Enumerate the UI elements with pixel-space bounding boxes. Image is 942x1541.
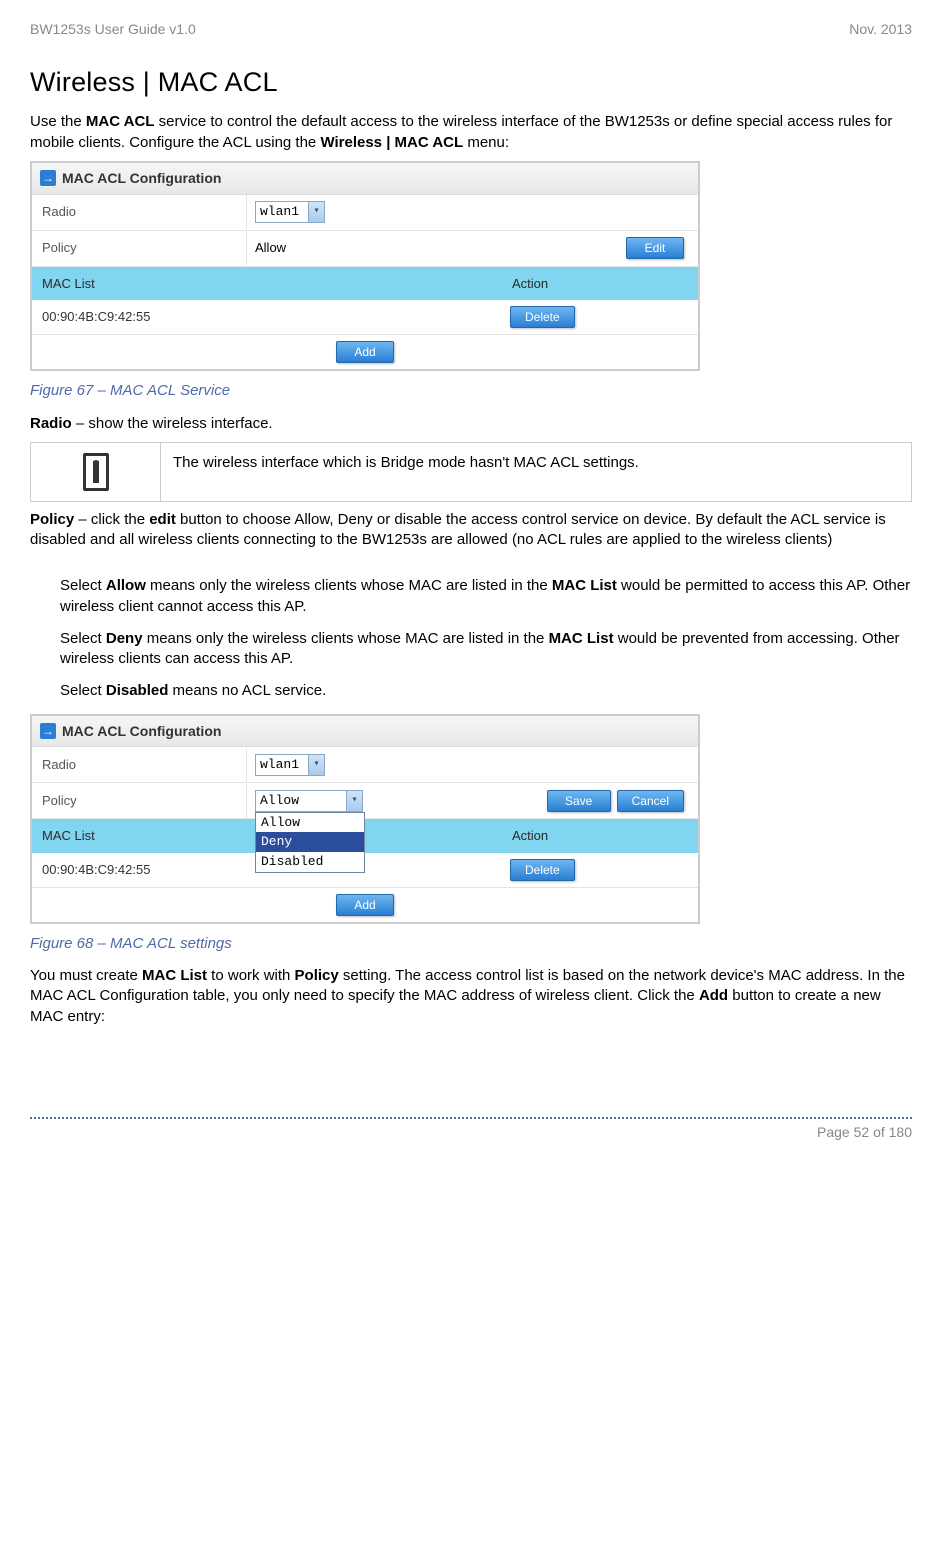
edit-button[interactable]: Edit bbox=[626, 237, 684, 259]
panel2-title: MAC ACL Configuration bbox=[62, 722, 221, 741]
panel2-row-radio: Radio wlan1 ▾ bbox=[32, 747, 698, 783]
panel2-policy-dropdown[interactable]: Allow ▾ Allow Deny Disabled bbox=[255, 790, 363, 812]
delete-button[interactable]: Delete bbox=[510, 306, 575, 328]
panel1-list-header: MAC List Action bbox=[32, 267, 698, 301]
info-text-cell: The wireless interface which is Bridge m… bbox=[161, 443, 911, 501]
policy-dropdown-menu: Allow Deny Disabled bbox=[255, 812, 365, 873]
delete-button[interactable]: Delete bbox=[510, 859, 575, 881]
final-b3: Add bbox=[699, 987, 728, 1004]
panel2-radio-label: Radio bbox=[32, 748, 247, 782]
policy-bold: Policy bbox=[30, 511, 74, 528]
panel1-title-bar: → MAC ACL Configuration bbox=[32, 163, 698, 195]
policy-option-disabled[interactable]: Disabled bbox=[256, 852, 364, 872]
final-t2: to work with bbox=[207, 967, 295, 984]
disabled-description: Select Disabled means no ACL service. bbox=[60, 681, 912, 701]
allow-bold: Allow bbox=[106, 577, 146, 594]
info-icon bbox=[83, 453, 109, 491]
mac-acl-panel-1: → MAC ACL Configuration Radio wlan1 ▾ Po… bbox=[30, 161, 700, 371]
figure-67-caption: Figure 67 – MAC ACL Service bbox=[30, 381, 912, 401]
mac-acl-panel-2: → MAC ACL Configuration Radio wlan1 ▾ Po… bbox=[30, 714, 700, 924]
panel1-radio-label: Radio bbox=[32, 195, 247, 229]
final-b1: MAC List bbox=[142, 967, 207, 984]
panel1-radio-value: wlan1 bbox=[260, 203, 299, 221]
panel2-policy-label: Policy bbox=[32, 784, 247, 818]
policy-description: Policy – click the edit button to choose… bbox=[30, 510, 912, 551]
panel1-title: MAC ACL Configuration bbox=[62, 169, 221, 188]
panel2-col-action: Action bbox=[502, 819, 698, 853]
panel2-title-bar: → MAC ACL Configuration bbox=[32, 716, 698, 748]
chevron-down-icon: ▾ bbox=[308, 755, 324, 775]
allow-t1: Select bbox=[60, 577, 106, 594]
intro-text: Use the bbox=[30, 113, 86, 130]
panel1-policy-label: Policy bbox=[32, 231, 247, 265]
final-b2: Policy bbox=[295, 967, 339, 984]
info-callout: The wireless interface which is Bridge m… bbox=[30, 442, 912, 502]
radio-description: Radio – show the wireless interface. bbox=[30, 414, 912, 434]
disabled-t2: means no ACL service. bbox=[168, 682, 326, 699]
panel2-list-header: MAC List Action bbox=[32, 819, 698, 853]
policy-option-allow[interactable]: Allow bbox=[256, 813, 364, 833]
panel1-col-action: Action bbox=[502, 267, 698, 301]
deny-t1: Select bbox=[60, 630, 106, 647]
add-button[interactable]: Add bbox=[336, 341, 394, 363]
add-button[interactable]: Add bbox=[336, 894, 394, 916]
final-t1: You must create bbox=[30, 967, 142, 984]
panel1-row-radio: Radio wlan1 ▾ bbox=[32, 195, 698, 231]
deny-t2: means only the wireless clients whose MA… bbox=[143, 630, 549, 647]
panel1-col-maclist: MAC List bbox=[32, 267, 502, 301]
page-header: BW1253s User Guide v1.0 Nov. 2013 bbox=[30, 20, 912, 39]
panel1-add-row: Add bbox=[32, 335, 698, 369]
panel2-radio-value: wlan1 bbox=[260, 756, 299, 774]
allow-description: Select Allow means only the wireless cli… bbox=[60, 576, 912, 617]
final-paragraph: You must create MAC List to work with Po… bbox=[30, 966, 912, 1027]
intro-text-3: menu: bbox=[463, 134, 509, 151]
deny-bold: Deny bbox=[106, 630, 143, 647]
page-title: Wireless | MAC ACL bbox=[30, 64, 912, 100]
radio-text: – show the wireless interface. bbox=[72, 415, 273, 432]
panel2-policy-selected: Allow bbox=[260, 792, 299, 810]
disabled-t1: Select bbox=[60, 682, 106, 699]
radio-bold: Radio bbox=[30, 415, 72, 432]
info-icon-cell bbox=[31, 443, 161, 501]
chevron-down-icon: ▾ bbox=[308, 202, 324, 222]
panel-arrow-icon: → bbox=[40, 170, 56, 186]
deny-description: Select Deny means only the wireless clie… bbox=[60, 629, 912, 670]
policy-option-deny[interactable]: Deny bbox=[256, 832, 364, 852]
figure-68-caption: Figure 68 – MAC ACL settings bbox=[30, 934, 912, 954]
panel1-policy-value: Allow bbox=[255, 239, 286, 257]
deny-maclist-bold: MAC List bbox=[549, 630, 614, 647]
header-left: BW1253s User Guide v1.0 bbox=[30, 20, 196, 39]
panel2-mac-row: 00:90:4B:C9:42:55 Delete bbox=[32, 853, 698, 888]
policy-text-1: – click the bbox=[74, 511, 149, 528]
page-number: Page 52 of 180 bbox=[30, 1123, 912, 1142]
disabled-bold: Disabled bbox=[106, 682, 169, 699]
panel2-radio-select[interactable]: wlan1 ▾ bbox=[255, 754, 325, 776]
save-button[interactable]: Save bbox=[547, 790, 611, 812]
panel1-row-policy: Policy Allow Edit bbox=[32, 231, 698, 267]
panel2-add-row: Add bbox=[32, 888, 698, 922]
panel1-radio-select[interactable]: wlan1 ▾ bbox=[255, 201, 325, 223]
panel1-mac-row: 00:90:4B:C9:42:55 Delete bbox=[32, 300, 698, 335]
panel2-row-policy: Policy Allow ▾ Allow Deny Disabled Save bbox=[32, 783, 698, 819]
panel1-mac-value: 00:90:4B:C9:42:55 bbox=[32, 300, 502, 334]
allow-maclist-bold: MAC List bbox=[552, 577, 617, 594]
policy-edit-bold: edit bbox=[149, 511, 176, 528]
intro-bold-2: Wireless | MAC ACL bbox=[320, 134, 463, 151]
header-right: Nov. 2013 bbox=[849, 20, 912, 39]
cancel-button[interactable]: Cancel bbox=[617, 790, 684, 812]
intro-bold-1: MAC ACL bbox=[86, 113, 155, 130]
allow-t2: means only the wireless clients whose MA… bbox=[146, 577, 552, 594]
panel-arrow-icon: → bbox=[40, 723, 56, 739]
chevron-down-icon: ▾ bbox=[346, 791, 362, 811]
intro-paragraph: Use the MAC ACL service to control the d… bbox=[30, 112, 912, 153]
